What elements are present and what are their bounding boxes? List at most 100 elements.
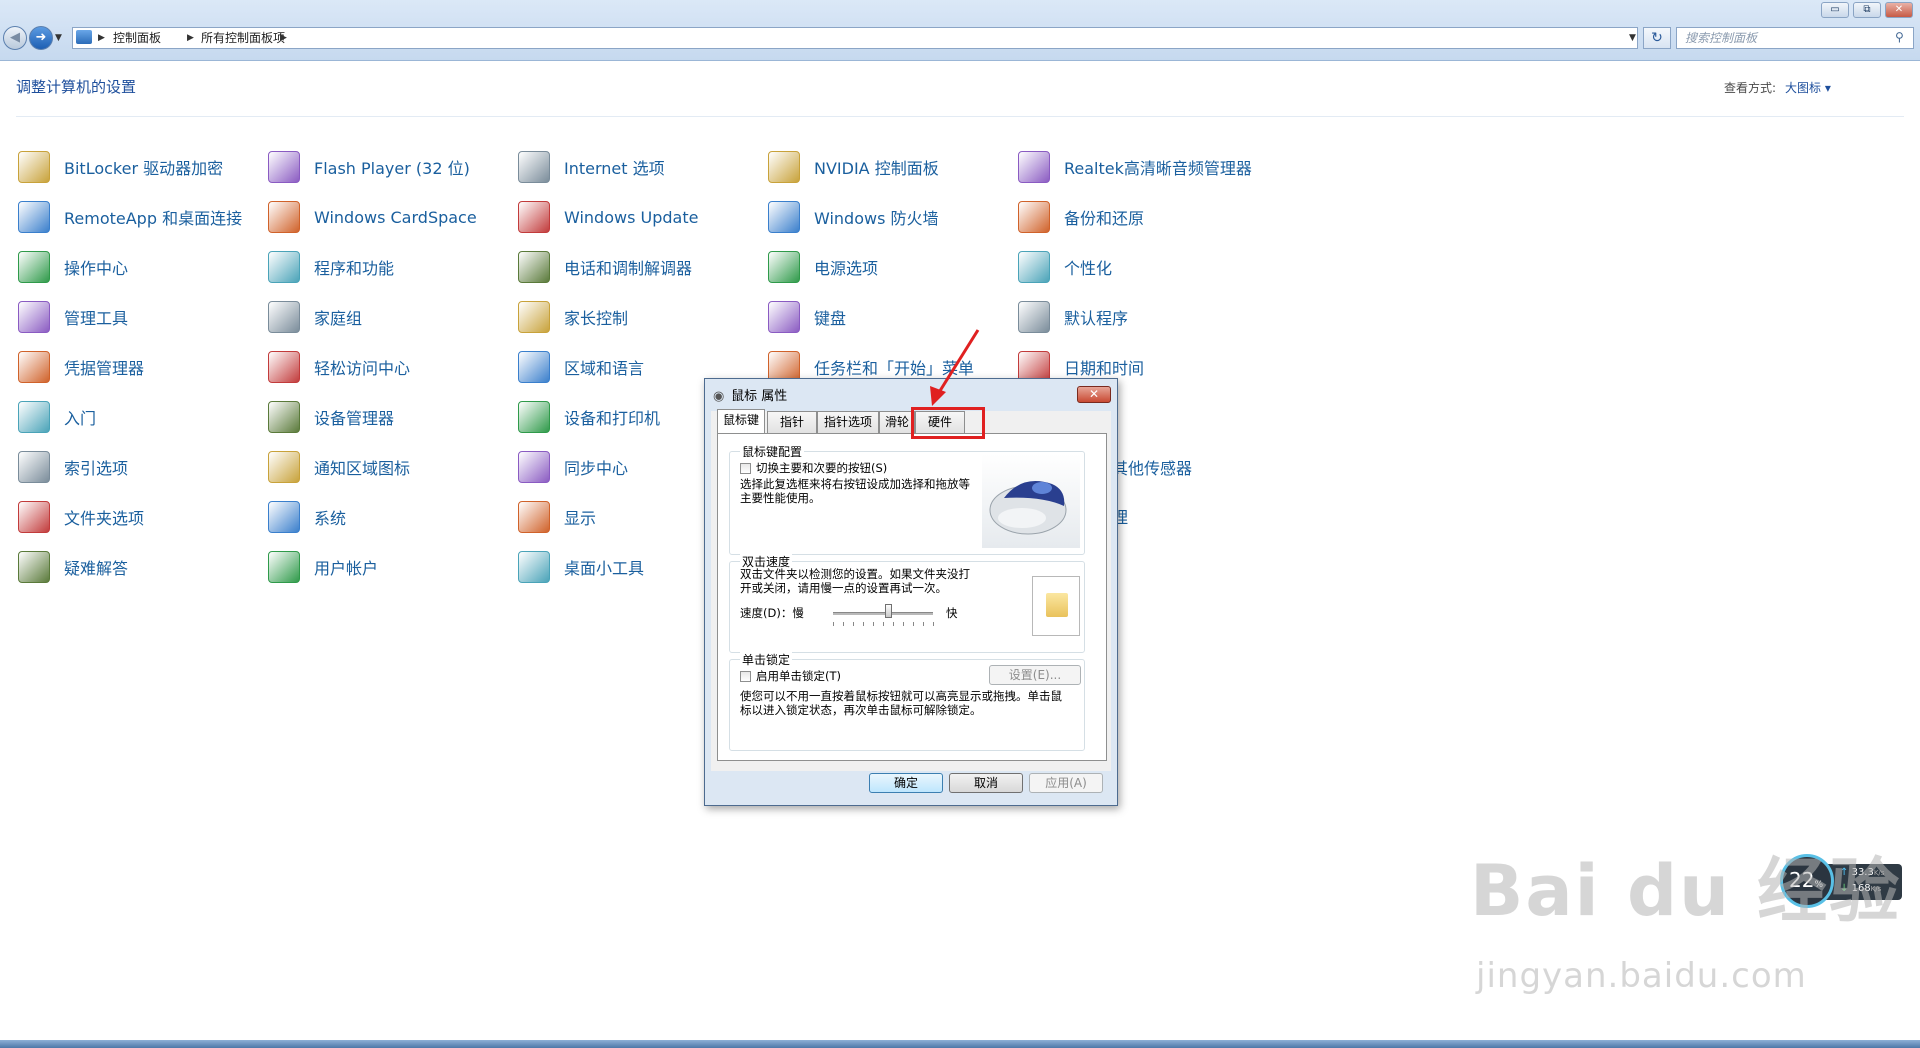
control-panel-item-label: 设备和打印机 [564, 409, 661, 428]
control-panel-item-label: 显示 [564, 509, 597, 528]
apply-button[interactable]: 应用(A) [1029, 773, 1103, 793]
control-panel-item[interactable]: BitLocker 驱动器加密 [18, 151, 223, 183]
control-panel-item[interactable]: 家长控制 [518, 301, 628, 333]
audio-icon [1018, 151, 1050, 183]
control-panel-item-label: 备份和还原 [1064, 209, 1145, 228]
tab-wheel[interactable]: 滑轮 [879, 411, 915, 433]
ok-button[interactable]: 确定 [869, 773, 943, 793]
region-globe-icon [518, 351, 550, 383]
back-button[interactable]: ◀ [3, 26, 27, 50]
control-panel-item[interactable]: NVIDIA 控制面板 [768, 151, 939, 183]
switch-buttons-label[interactable]: 切换主要和次要的按钮(S) [756, 461, 887, 475]
clicklock-checkbox[interactable] [740, 671, 751, 682]
speed-slider-track[interactable] [833, 612, 933, 615]
control-panel-item[interactable]: 个性化 [1018, 251, 1112, 283]
close-button[interactable]: ✕ [1885, 2, 1913, 18]
control-panel-item[interactable]: 管理工具 [18, 301, 128, 333]
control-panel-item[interactable]: 疑难解答 [18, 551, 128, 583]
control-panel-item[interactable]: 显示 [518, 501, 596, 533]
control-panel-item-label: 疑难解答 [64, 559, 129, 578]
control-panel-item[interactable]: 索引选项 [18, 451, 128, 483]
breadcrumb-control-panel[interactable]: 控制面板 [113, 28, 161, 48]
control-panel-item-label: 设备管理器 [314, 409, 395, 428]
control-panel-item[interactable]: Realtek高清晰音频管理器 [1018, 151, 1252, 183]
taskbar [0, 1040, 1920, 1048]
control-panel-item[interactable]: 通知区域图标 [268, 451, 410, 483]
control-panel-item[interactable]: 入门 [18, 401, 96, 433]
control-panel-item[interactable]: 默认程序 [1018, 301, 1128, 333]
cancel-button[interactable]: 取消 [949, 773, 1023, 793]
control-panel-item[interactable]: 用户帐户 [268, 551, 378, 583]
slider-tick [903, 622, 904, 626]
control-panel-item-label: 入门 [64, 409, 97, 428]
clicklock-settings-button[interactable]: 设置(E)... [989, 665, 1081, 685]
speed-fast-label: 快 [946, 606, 958, 620]
control-panel-item[interactable]: 家庭组 [268, 301, 362, 333]
control-panel-item[interactable]: 电源选项 [768, 251, 878, 283]
control-panel-item[interactable]: 键盘 [768, 301, 846, 333]
control-panel-item[interactable]: 操作中心 [18, 251, 128, 283]
control-panel-item[interactable]: 区域和语言 [518, 351, 644, 383]
address-bar[interactable]: ▶ 控制面板 ▶ 所有控制面板项 ▶ ▼ [72, 27, 1638, 49]
address-dropdown-icon[interactable]: ▼ [1629, 28, 1636, 48]
control-panel-item[interactable]: Flash Player (32 位) [268, 151, 470, 183]
list-item-sensors[interactable]: 其他传感器 [1112, 451, 1192, 483]
search-input[interactable]: 搜索控制面板 [1676, 27, 1914, 49]
control-panel-item[interactable]: 同步中心 [518, 451, 628, 483]
gadgets-icon [518, 551, 550, 583]
control-panel-item[interactable]: 轻松访问中心 [268, 351, 410, 383]
control-panel-item[interactable]: 凭据管理器 [18, 351, 144, 383]
control-panel-item[interactable]: 桌面小工具 [518, 551, 644, 583]
refresh-button[interactable]: ↻ [1643, 27, 1671, 49]
breadcrumb-separator-icon: ▶ [187, 33, 194, 43]
test-folder-icon[interactable] [1032, 576, 1080, 636]
control-panel-item[interactable]: 程序和功能 [268, 251, 394, 283]
parental-controls-icon [518, 301, 550, 333]
tools-icon [18, 301, 50, 333]
slider-tick [933, 622, 934, 626]
cardspace-icon [268, 201, 300, 233]
control-panel-item-label: BitLocker 驱动器加密 [64, 159, 224, 178]
users-icon [268, 551, 300, 583]
homegroup-icon [268, 301, 300, 333]
control-panel-item[interactable]: Windows 防火墙 [768, 201, 939, 233]
tab-pointers[interactable]: 指针 [767, 411, 817, 433]
breadcrumb-separator-icon: ▶ [280, 33, 287, 43]
minimize-button[interactable]: ▭ [1821, 2, 1849, 18]
forward-button[interactable]: ➜ [29, 26, 53, 50]
search-icon[interactable]: ⚲ [1895, 30, 1904, 44]
maximize-button[interactable]: ⧉ [1853, 2, 1881, 18]
magnifier-icon [18, 451, 50, 483]
control-panel-item[interactable]: 文件夹选项 [18, 501, 144, 533]
control-panel-item[interactable]: Windows Update [518, 201, 698, 233]
dialog-close-button[interactable]: ✕ [1077, 386, 1111, 403]
flash-icon [268, 151, 300, 183]
view-by-dropdown[interactable]: 大图标 ▾ [1785, 79, 1831, 96]
recent-pages-dropdown[interactable]: ▼ [55, 33, 62, 43]
speed-slider-thumb[interactable] [885, 604, 892, 618]
control-panel-item[interactable]: Internet 选项 [518, 151, 665, 183]
control-panel-item[interactable]: 电话和调制解调器 [518, 251, 692, 283]
control-panel-item[interactable]: 系统 [268, 501, 346, 533]
control-panel-item-label: 索引选项 [64, 459, 129, 478]
mouse-image [982, 454, 1080, 548]
clicklock-label[interactable]: 启用单击锁定(T) [756, 669, 841, 683]
slider-tick [843, 622, 844, 626]
switch-buttons-checkbox[interactable] [740, 463, 751, 474]
power-icon [768, 251, 800, 283]
control-panel-item[interactable]: RemoteApp 和桌面连接 [18, 201, 242, 233]
control-panel-item-label: 区域和语言 [564, 359, 645, 378]
control-panel-item[interactable]: 设备管理器 [268, 401, 394, 433]
breadcrumb-all-items[interactable]: 所有控制面板项 [201, 28, 285, 48]
control-panel-item-label: 用户帐户 [314, 559, 379, 578]
display-icon [518, 501, 550, 533]
page-title: 调整计算机的设置 [16, 78, 137, 96]
control-panel-item-label: 同步中心 [564, 459, 629, 478]
control-panel-item[interactable]: 设备和打印机 [518, 401, 660, 433]
printer-icon [518, 401, 550, 433]
tab-pointer-options[interactable]: 指针选项 [817, 411, 879, 433]
sync-icon [518, 451, 550, 483]
control-panel-item[interactable]: Windows CardSpace [268, 201, 477, 233]
tab-buttons[interactable]: 鼠标键 [717, 409, 765, 434]
control-panel-item[interactable]: 备份和还原 [1018, 201, 1144, 233]
